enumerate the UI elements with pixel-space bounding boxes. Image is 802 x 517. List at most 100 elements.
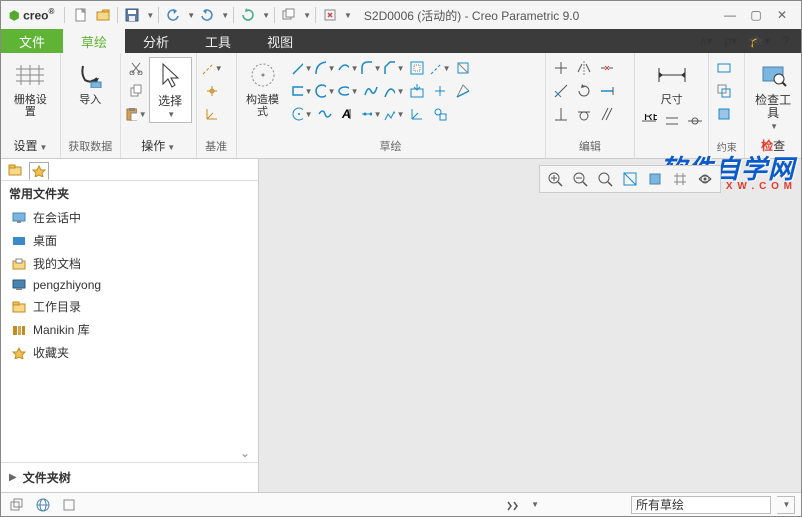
- circle2-icon[interactable]: ▼: [291, 103, 313, 125]
- spline-icon[interactable]: [360, 80, 382, 102]
- spline2-icon[interactable]: [314, 103, 336, 125]
- thicken-icon[interactable]: [452, 57, 474, 79]
- arc-icon[interactable]: ▼: [314, 57, 336, 79]
- windows-icon[interactable]: [279, 5, 299, 25]
- minimize-icon[interactable]: ―: [723, 8, 737, 22]
- windows-dropdown-icon[interactable]: ▼: [303, 11, 311, 20]
- help-icon[interactable]: ?: [782, 34, 789, 48]
- new-icon[interactable]: [71, 5, 91, 25]
- sidebar-folder-tree[interactable]: ▶ 文件夹树: [1, 462, 258, 492]
- sidebar-item-desktop[interactable]: 桌面: [7, 229, 252, 252]
- selection-filter[interactable]: 所有草绘: [631, 496, 771, 514]
- sidebar-item-session[interactable]: 在会话中: [7, 206, 252, 229]
- chamfer-icon[interactable]: ▼: [383, 57, 405, 79]
- display-style-icon[interactable]: [644, 168, 666, 190]
- regen-dropdown-icon[interactable]: ▼: [262, 11, 270, 20]
- maximize-icon[interactable]: ▢: [749, 8, 763, 22]
- sidebar-item-favorites[interactable]: 收藏夹: [7, 341, 252, 364]
- undo-icon[interactable]: [163, 5, 183, 25]
- ref-dim-icon[interactable]: REF: [638, 110, 660, 132]
- setup-dropdown-icon[interactable]: ▼: [39, 143, 47, 152]
- redo-icon[interactable]: [197, 5, 217, 25]
- sidebar-item-manikin[interactable]: Manikin 库: [7, 318, 252, 341]
- extend-icon[interactable]: [596, 80, 618, 102]
- offset-icon[interactable]: [406, 57, 428, 79]
- save-dropdown-icon[interactable]: ▼: [146, 11, 154, 20]
- text-icon[interactable]: A: [337, 103, 359, 125]
- feature-req-icon[interactable]: [713, 57, 735, 79]
- arc3pt-icon[interactable]: ▼: [337, 57, 359, 79]
- paste-icon[interactable]: ▼: [125, 103, 147, 125]
- zoom-out-icon[interactable]: [569, 168, 591, 190]
- grid-display-icon[interactable]: [669, 168, 691, 190]
- baseline-dim-icon[interactable]: [661, 110, 683, 132]
- sidebar-item-documents[interactable]: 我的文档: [7, 252, 252, 275]
- mirror-icon[interactable]: [573, 57, 595, 79]
- datum-point-icon[interactable]: [201, 80, 223, 102]
- cut-icon[interactable]: [125, 57, 147, 79]
- rectangle-icon[interactable]: ▼: [291, 80, 313, 102]
- save-icon[interactable]: [122, 5, 142, 25]
- grid-settings-button[interactable]: 栅格设置: [8, 57, 52, 120]
- find-dropdown-icon[interactable]: ▼: [531, 500, 539, 509]
- close-window-icon[interactable]: [320, 5, 340, 25]
- centerline-icon[interactable]: ▼: [201, 57, 223, 79]
- trim-icon[interactable]: [550, 57, 572, 79]
- qat-customize-icon[interactable]: ▼: [344, 11, 352, 20]
- tab-tools[interactable]: 工具: [187, 29, 249, 53]
- zoom-fit-icon[interactable]: [594, 168, 616, 190]
- fillet-icon[interactable]: ▼: [360, 57, 382, 79]
- filter-dropdown-icon[interactable]: ▼: [777, 496, 795, 514]
- shade-icon[interactable]: [713, 103, 735, 125]
- line-icon[interactable]: ▼: [291, 57, 313, 79]
- collapse-ribbon-icon[interactable]: ʌ▾: [700, 34, 712, 48]
- status-web-icon[interactable]: [33, 496, 53, 514]
- undo-dropdown-icon[interactable]: ▼: [187, 11, 195, 20]
- sidebar-item-workdir[interactable]: 工作目录: [7, 295, 252, 318]
- select-button[interactable]: 选择▼: [149, 57, 192, 123]
- dimension-button[interactable]: 尺寸: [650, 57, 694, 108]
- delete-seg-icon[interactable]: [596, 57, 618, 79]
- sidebar-tab-fav-icon[interactable]: [29, 162, 49, 180]
- find-icon[interactable]: [503, 496, 523, 514]
- conic-icon[interactable]: ▼: [383, 80, 405, 102]
- repaint-icon[interactable]: [619, 168, 641, 190]
- project-icon[interactable]: [406, 80, 428, 102]
- circle-icon[interactable]: ▼: [314, 80, 336, 102]
- parallel-icon[interactable]: [596, 103, 618, 125]
- status-model-icon[interactable]: [7, 496, 27, 514]
- vis-dim-icon[interactable]: [694, 168, 716, 190]
- copy-icon[interactable]: [125, 80, 147, 102]
- perpendicular-icon[interactable]: [550, 103, 572, 125]
- tab-view[interactable]: 视图: [249, 29, 311, 53]
- regen-icon[interactable]: [238, 5, 258, 25]
- csys-icon[interactable]: [406, 103, 428, 125]
- sidebar-item-user[interactable]: pengzhiyong: [7, 275, 252, 295]
- close-icon[interactable]: ✕: [775, 8, 789, 22]
- learn-icon[interactable]: 🎓▾: [749, 34, 770, 48]
- palette-icon[interactable]: [429, 103, 451, 125]
- corner-icon[interactable]: [550, 80, 572, 102]
- divide-icon[interactable]: ▼: [360, 103, 382, 125]
- tab-sketch[interactable]: 草绘: [63, 29, 125, 53]
- slot-icon[interactable]: [452, 80, 474, 102]
- inspect-button[interactable]: 检查工具▼: [751, 57, 795, 134]
- open-icon[interactable]: [93, 5, 113, 25]
- redo-dropdown-icon[interactable]: ▼: [221, 11, 229, 20]
- rotate-icon[interactable]: [573, 80, 595, 102]
- ellipse-icon[interactable]: ▼: [337, 80, 359, 102]
- tab-file[interactable]: 文件: [1, 29, 63, 53]
- search-icon[interactable]: ρ▾: [724, 34, 737, 48]
- import-button[interactable]: 导入: [68, 57, 112, 108]
- status-box-icon[interactable]: [59, 496, 79, 514]
- graphics-area[interactable]: 软件自学网 W W W . R J Z X W . C O M: [259, 159, 801, 492]
- tab-analysis[interactable]: 分析: [125, 29, 187, 53]
- overlap-icon[interactable]: [713, 80, 735, 102]
- tangent-icon[interactable]: [573, 103, 595, 125]
- coord-sys-icon[interactable]: [201, 103, 223, 125]
- break-icon[interactable]: ▼: [383, 103, 405, 125]
- centerline2-icon[interactable]: ▼: [429, 57, 451, 79]
- zoom-in-icon[interactable]: [544, 168, 566, 190]
- ord-dim-icon[interactable]: [684, 110, 706, 132]
- sidebar-collapse-icon[interactable]: ⌄: [1, 444, 258, 462]
